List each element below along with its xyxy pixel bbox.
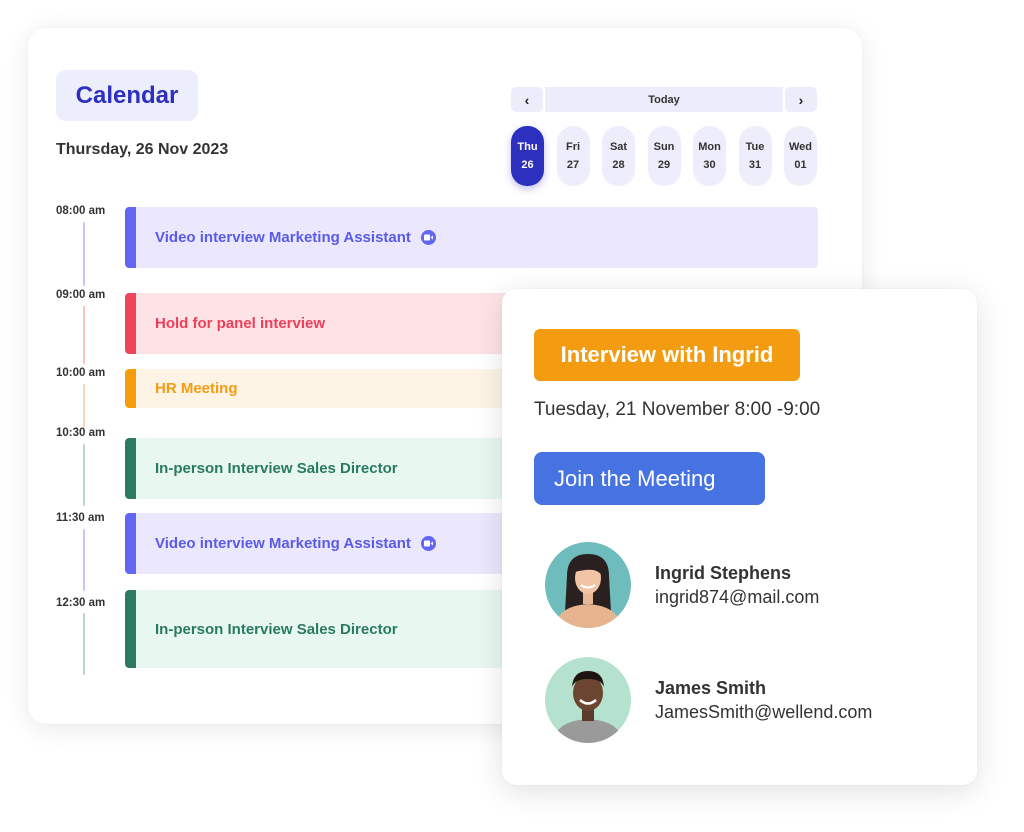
time-label: 12:30 am	[56, 597, 106, 609]
time-line	[83, 306, 85, 364]
time-line	[83, 529, 85, 591]
event-color-bar	[125, 513, 136, 574]
event-color-bar	[125, 590, 136, 668]
event-detail-time: Tuesday, 21 November 8:00 -9:00	[534, 399, 821, 420]
join-meeting-button[interactable]: Join the Meeting	[534, 452, 765, 505]
event-title: Video interview Marketing Assistant	[155, 535, 411, 552]
time-label: 10:00 am	[56, 367, 106, 379]
attendee: Ingrid Stephens ingrid874@mail.com	[545, 542, 819, 628]
time-line	[83, 613, 85, 675]
video-camera-icon	[420, 230, 436, 245]
time-line	[83, 384, 85, 428]
time-label: 11:30 am	[56, 512, 105, 524]
event-title: In-person Interview Sales Director	[155, 620, 398, 638]
event-title: HR Meeting	[155, 380, 238, 397]
avatar	[545, 657, 631, 743]
person-male-icon	[553, 671, 623, 743]
event-title: In-person Interview Sales Director	[155, 460, 398, 477]
person-female-icon	[555, 554, 621, 628]
attendee-name: Ingrid Stephens	[655, 562, 792, 583]
event-block[interactable]: Video interview Marketing Assistant	[125, 207, 818, 268]
event-detail-card: Interview with Ingrid Tuesday, 21 Novemb…	[502, 289, 977, 785]
time-label: 10:30 am	[56, 427, 106, 439]
event-color-bar	[125, 438, 136, 499]
attendee: James Smith JamesSmith@wellend.com	[545, 657, 872, 743]
event-title: Hold for panel interview	[155, 315, 326, 332]
event-detail-title: Interview with Ingrid	[534, 329, 800, 381]
event-title: Video interview Marketing Assistant	[155, 229, 411, 246]
video-camera-icon	[420, 536, 436, 551]
attendee-email[interactable]: JamesSmith@wellend.com	[655, 702, 872, 723]
event-color-bar	[125, 293, 136, 354]
time-label: 08:00 am	[56, 205, 106, 217]
time-line	[83, 222, 85, 286]
attendee-name: James Smith	[655, 677, 767, 698]
time-line	[83, 444, 85, 506]
avatar	[545, 542, 631, 628]
event-color-bar	[125, 207, 136, 268]
time-label: 09:00 am	[56, 289, 106, 301]
event-color-bar	[125, 369, 136, 408]
attendee-email[interactable]: ingrid874@mail.com	[655, 587, 819, 608]
